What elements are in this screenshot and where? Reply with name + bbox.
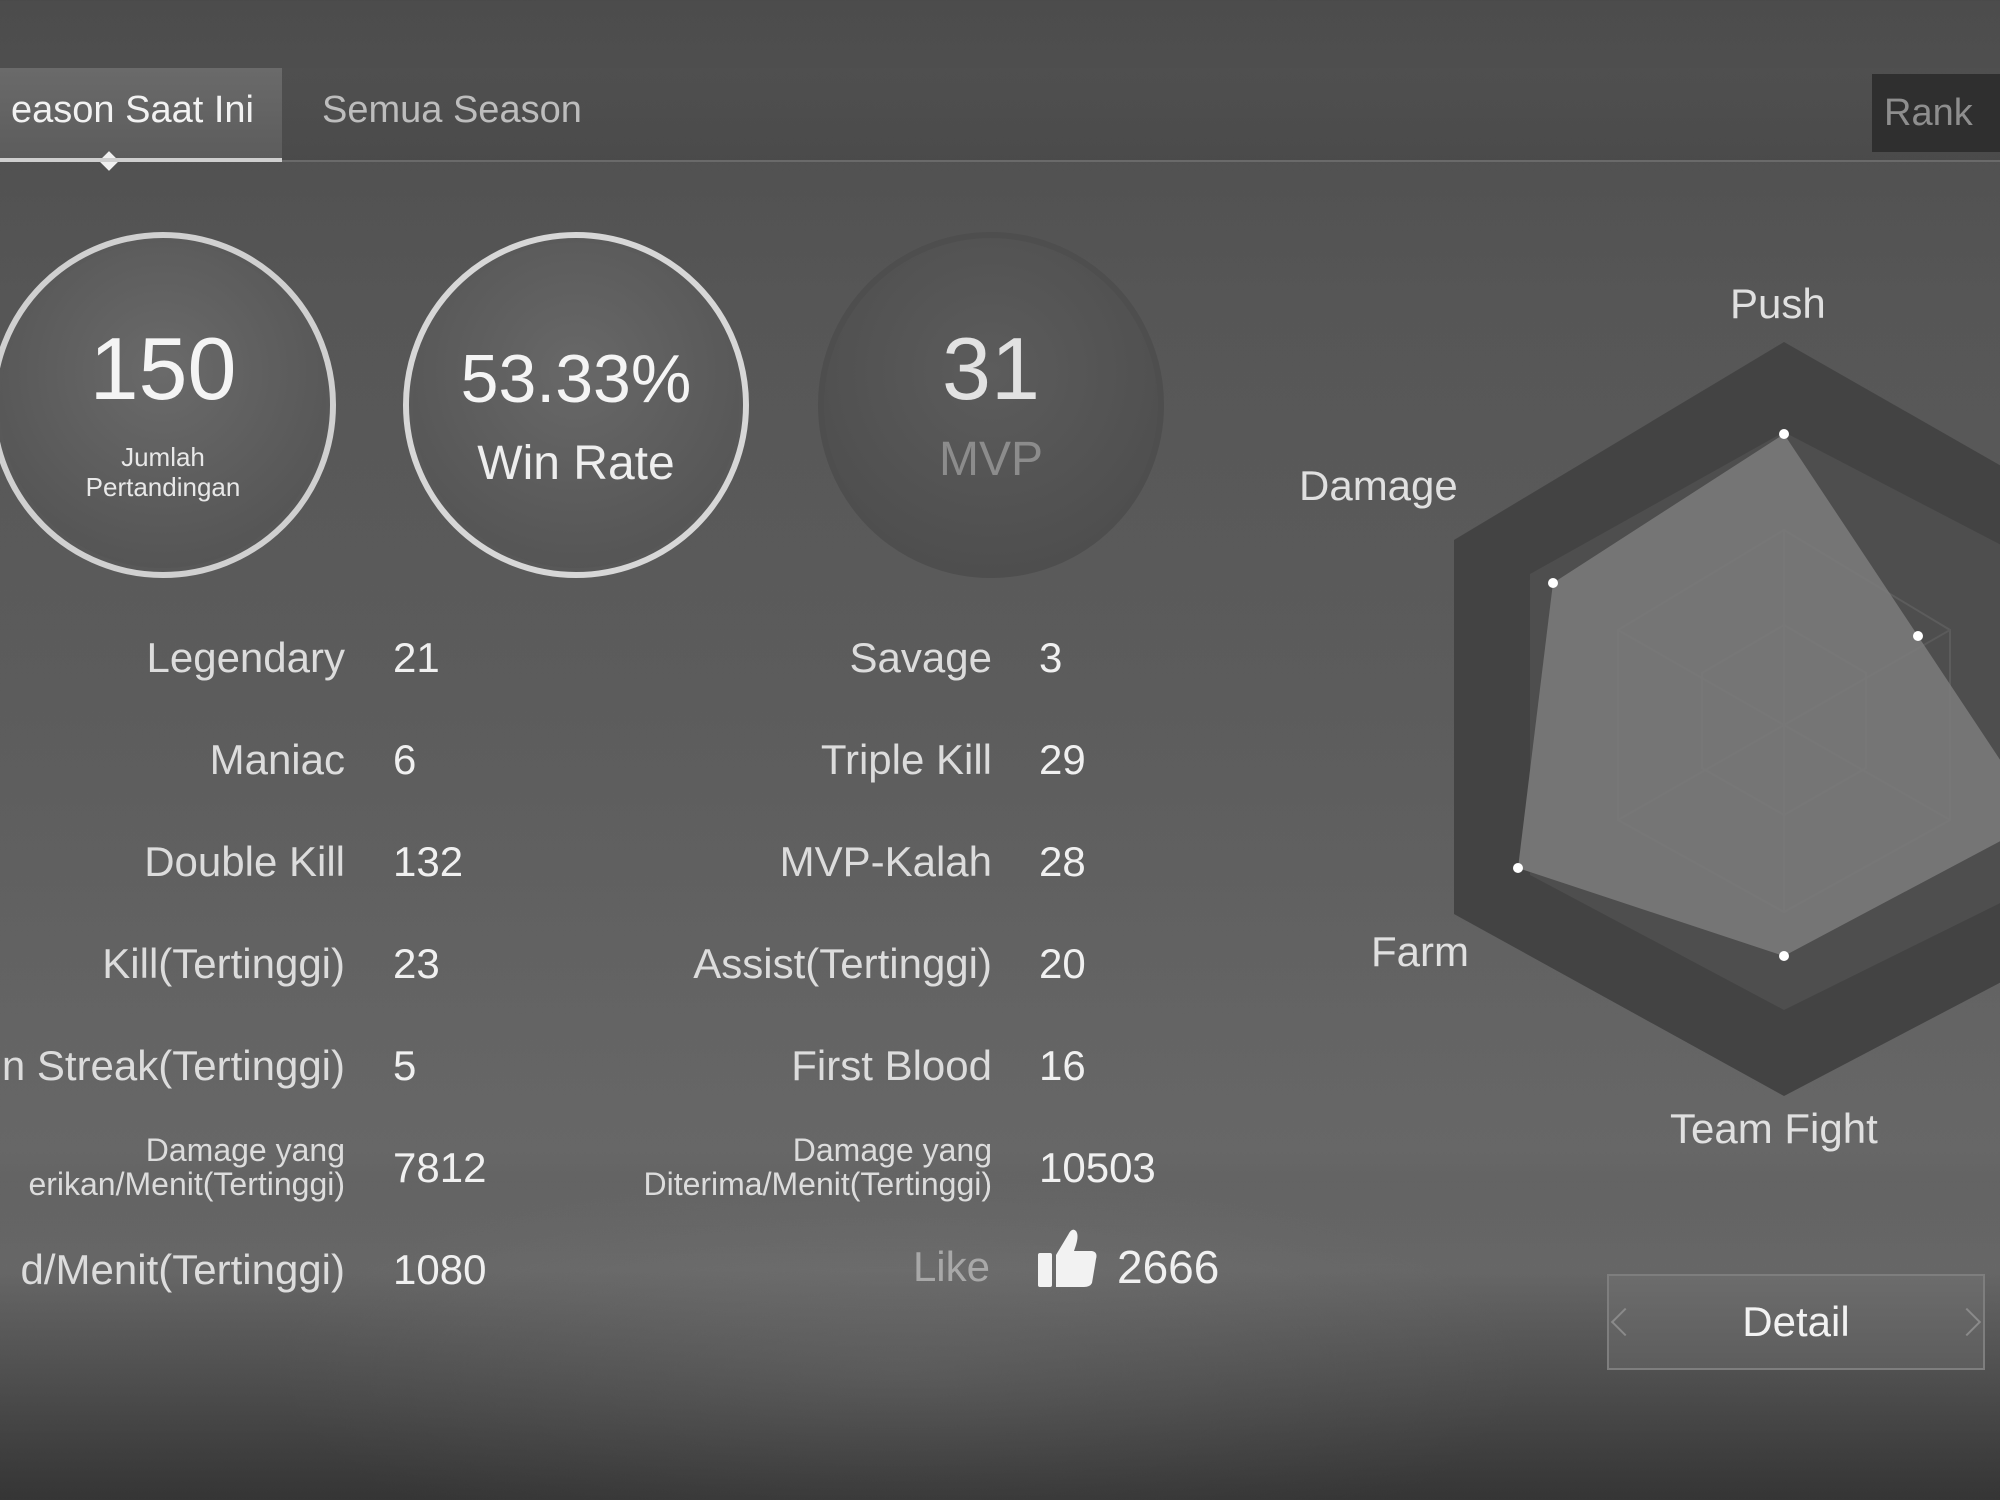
stat-value-assist-highest: 20 xyxy=(1039,940,1086,987)
matches-label-line1: Jumlah xyxy=(121,442,205,472)
detail-button[interactable]: Detail xyxy=(1607,1274,1985,1370)
radar-point-push xyxy=(1779,429,1789,439)
radar-axis-label-team-fight: Team Fight xyxy=(1670,1105,1878,1152)
matches-circle: 150 Jumlah Pertandingan xyxy=(0,232,336,578)
stat-label-gold-per-min: d/Menit(Tertinggi) xyxy=(20,1246,345,1293)
stat-value-maniac: 6 xyxy=(393,736,417,783)
win-rate-circle: 53.33% Win Rate xyxy=(403,232,749,578)
stat-label-double-kill: Double Kill xyxy=(144,838,345,885)
season-tab-bar: eason Saat Ini Semua Season xyxy=(0,68,2000,171)
stat-label-kill-highest: Kill(Tertinggi) xyxy=(102,940,345,987)
stat-value-double-kill: 132 xyxy=(393,838,464,885)
stat-label-assist-highest: Assist(Tertinggi) xyxy=(693,940,992,987)
stat-value-first-blood: 16 xyxy=(1039,1042,1086,1089)
radar-point-right xyxy=(1913,631,1923,641)
radar-axis-label-damage: Damage xyxy=(1299,462,1458,509)
tab-current-season-label: eason Saat Ini xyxy=(11,89,254,131)
stat-label-first-blood: First Blood xyxy=(791,1042,992,1089)
stat-value-damage-taken: 10503 xyxy=(1039,1144,1156,1191)
tab-all-seasons[interactable]: Semua Season xyxy=(322,68,582,160)
stat-label-damage-dealt-line1: Damage yang xyxy=(145,1132,345,1168)
stat-value-like: 2666 xyxy=(1117,1241,1220,1293)
radar-axis-label-push: Push xyxy=(1730,280,1826,327)
stat-value-kill-highest: 23 xyxy=(393,940,440,987)
mvp-value: 31 xyxy=(942,319,1040,418)
stat-value-gold-per-min: 1080 xyxy=(393,1246,487,1293)
stat-label-win-streak: /in Streak(Tertinggi) xyxy=(0,1042,345,1089)
mvp-circle: 31 MVP xyxy=(818,232,1164,578)
stat-value-damage-dealt: 7812 xyxy=(393,1144,487,1191)
mvp-label: MVP xyxy=(938,433,1043,486)
stat-label-like: Like xyxy=(912,1243,990,1290)
win-rate-label: Win Rate xyxy=(477,437,675,490)
stat-label-damage-dealt-line2: erikan/Menit(Tertinggi) xyxy=(28,1166,345,1202)
stat-label-damage-taken-line1: Damage yang xyxy=(792,1132,992,1168)
stat-label-legendary: Legendary xyxy=(146,634,346,681)
stat-value-triple-kill: 29 xyxy=(1039,736,1086,783)
radar-point-damage xyxy=(1548,578,1558,588)
stat-value-mvp-lose: 28 xyxy=(1039,838,1086,885)
stat-label-mvp-lose: MVP-Kalah xyxy=(779,838,992,885)
thumbs-up-icon xyxy=(1038,1229,1097,1287)
win-rate-value: 53.33% xyxy=(460,341,692,417)
radar-point-team-fight xyxy=(1779,951,1789,961)
active-tab-indicator xyxy=(99,151,119,171)
stat-label-triple-kill: Triple Kill xyxy=(820,736,992,783)
matches-label-line2: Pertandingan xyxy=(85,472,241,502)
radar-axis-label-farm: Farm xyxy=(1371,928,1469,975)
stat-label-damage-taken-line2: Diterima/Menit(Tertinggi) xyxy=(643,1166,992,1202)
radar-point-farm xyxy=(1513,863,1523,873)
stat-value-win-streak: 5 xyxy=(393,1042,417,1089)
stat-value-savage: 3 xyxy=(1039,634,1063,681)
stat-label-savage: Savage xyxy=(849,634,992,681)
performance-radar-chart xyxy=(1454,342,2000,1096)
tab-current-season[interactable]: eason Saat Ini xyxy=(0,68,282,171)
stat-value-legendary: 21 xyxy=(393,634,440,681)
rank-button[interactable]: Rank xyxy=(1872,74,2000,152)
matches-value: 150 xyxy=(89,319,237,418)
stat-label-maniac: Maniac xyxy=(209,736,345,783)
